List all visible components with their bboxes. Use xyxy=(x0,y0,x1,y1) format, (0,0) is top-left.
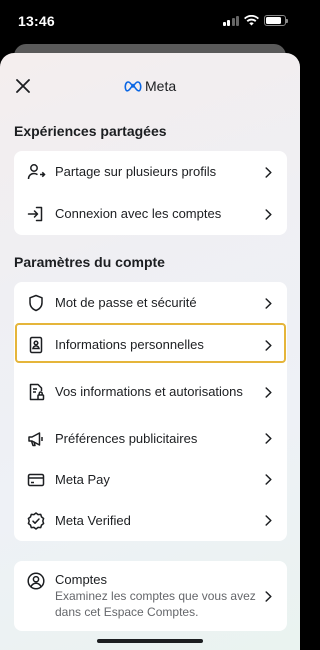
accounts-description: Examinez les comptes que vous avez dans … xyxy=(55,589,256,619)
sidebar-item-password-security[interactable]: Mot de passe et sécurité xyxy=(14,282,287,324)
status-icons xyxy=(222,15,288,26)
sidebar-item-share-profiles[interactable]: Partage sur plusieurs profils xyxy=(14,151,287,193)
chevron-right-icon xyxy=(263,339,273,351)
account-settings-card: Mot de passe et sécurité Informations pe… xyxy=(14,282,287,541)
brand-logo: Meta xyxy=(124,78,176,94)
sidebar-item-label: Informations personnelles xyxy=(55,337,204,352)
shared-experiences-card: Partage sur plusieurs profils Connexion … xyxy=(14,151,287,235)
chevron-right-icon xyxy=(263,433,273,445)
sidebar-item-label: Vos informations et autorisations xyxy=(55,384,243,399)
verified-badge-icon xyxy=(26,511,46,531)
accounts-text: Comptes Examinez les comptes que vous av… xyxy=(55,572,257,620)
close-icon xyxy=(16,79,30,93)
share-profiles-icon xyxy=(26,162,46,182)
chevron-right-icon xyxy=(263,166,273,178)
signal-icon xyxy=(222,15,239,26)
meta-logo-icon xyxy=(124,81,142,92)
shield-icon xyxy=(26,293,46,313)
sidebar-item-meta-pay[interactable]: Meta Pay xyxy=(14,459,287,500)
shared-experiences-title: Expériences partagées xyxy=(14,123,167,139)
sidebar-item-label: Partage sur plusieurs profils xyxy=(55,164,217,179)
sidebar-item-label: Préférences publicitaires xyxy=(55,430,198,446)
chevron-right-icon xyxy=(263,386,273,398)
chevron-right-icon xyxy=(263,515,273,527)
chevron-right-icon xyxy=(263,590,273,602)
battery-icon xyxy=(264,15,288,26)
close-button[interactable] xyxy=(10,73,36,99)
wifi-icon xyxy=(244,15,259,26)
chevron-right-icon xyxy=(263,208,273,220)
chevron-right-icon xyxy=(263,297,273,309)
home-indicator xyxy=(97,639,203,643)
status-time: 13:46 xyxy=(18,13,55,29)
login-icon xyxy=(26,204,46,224)
sidebar-item-label: Meta Verified xyxy=(55,512,131,528)
brand-name: Meta xyxy=(145,78,177,94)
card-icon xyxy=(26,470,46,490)
sidebar-item-label: Meta Pay xyxy=(55,471,110,487)
megaphone-icon xyxy=(26,429,46,449)
sidebar-item-ad-preferences[interactable]: Préférences publicitaires xyxy=(14,418,287,459)
sidebar-item-account-login[interactable]: Connexion avec les comptes xyxy=(14,193,287,235)
sidebar-item-meta-verified[interactable]: Meta Verified xyxy=(14,500,287,541)
accounts-center-sheet: Meta Expériences partagées Partage sur p… xyxy=(0,53,300,650)
account-icon xyxy=(26,571,46,591)
sidebar-item-info-permissions[interactable]: Vos informations et autorisations xyxy=(14,366,287,418)
top-bar: Meta xyxy=(0,53,300,115)
id-card-icon xyxy=(26,335,46,355)
sidebar-item-personal-info[interactable]: Informations personnelles xyxy=(14,324,287,366)
status-bar: 13:46 xyxy=(0,0,300,44)
account-settings-title: Paramètres du compte xyxy=(14,254,165,270)
sidebar-item-label: Mot de passe et sécurité xyxy=(55,295,197,310)
sidebar-item-accounts[interactable]: Comptes Examinez les comptes que vous av… xyxy=(14,561,287,631)
sidebar-item-label: Connexion avec les comptes xyxy=(55,206,222,221)
chevron-right-icon xyxy=(263,474,273,486)
accounts-card: Comptes Examinez les comptes que vous av… xyxy=(14,561,287,631)
data-permissions-icon xyxy=(26,382,46,402)
accounts-label: Comptes xyxy=(55,572,108,587)
